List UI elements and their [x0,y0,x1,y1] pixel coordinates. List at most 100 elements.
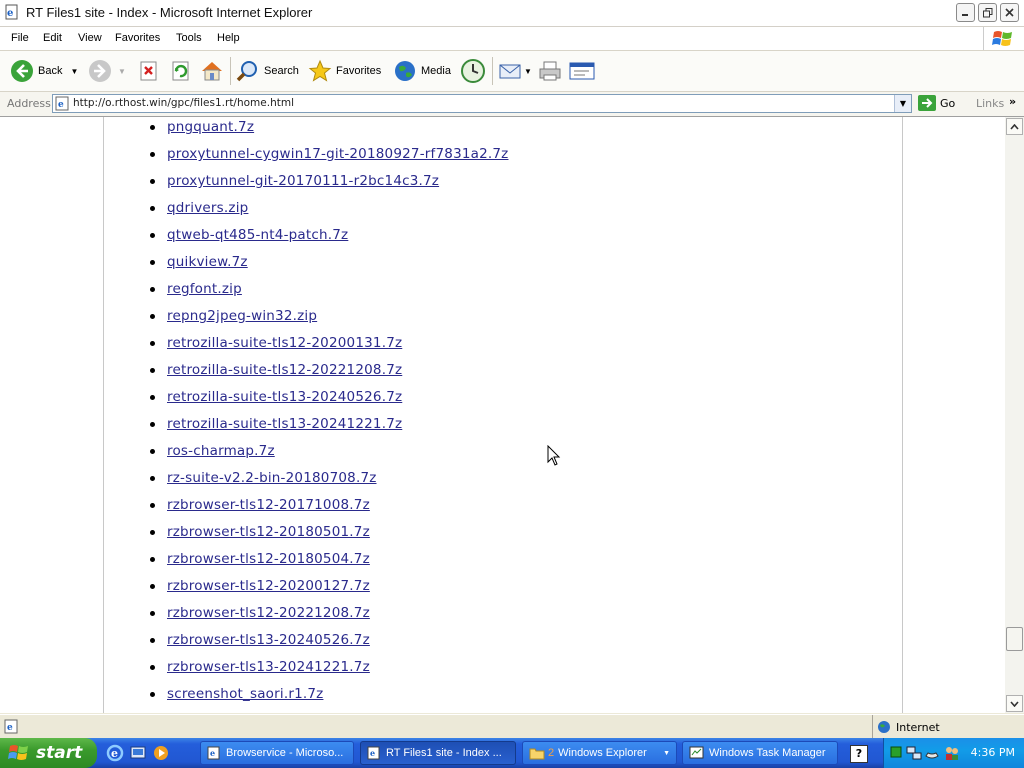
file-link[interactable]: screenshot_saori.r1.7z [167,686,323,702]
svg-text:e: e [210,748,215,758]
file-link[interactable]: rzbrowser-tls12-20180504.7z [167,551,370,567]
page-icon: e [55,96,69,111]
scroll-down-button[interactable] [1006,695,1023,712]
file-link[interactable]: regfont.zip [167,281,242,297]
ie-task-icon: e [367,746,380,760]
file-link[interactable]: rz-suite-v2.2-bin-20180708.7z [167,470,377,486]
desktop-launch-icon[interactable] [129,744,147,762]
menu-favorites[interactable]: Favorites [115,32,160,44]
start-label: start [36,743,83,763]
task-task-manager[interactable]: Windows Task Manager [682,741,838,765]
file-link[interactable]: rzbrowser-tls12-20171008.7z [167,497,370,513]
file-link[interactable]: retrozilla-suite-tls12-20221208.7z [167,362,402,378]
forward-button[interactable]: ▼ [88,57,126,85]
bullet-icon [150,341,155,346]
task-windows-explorer[interactable]: 2 Windows Explorer ▼ [522,741,677,765]
file-link[interactable]: proxytunnel-git-20170111-r2bc14c3.7z [167,173,439,189]
favorites-label: Favorites [336,65,382,77]
bullet-icon [150,530,155,535]
address-bar: Address e http://o.rthost.win/gpc/files1… [0,92,1024,117]
links-button[interactable]: Links [976,97,1004,110]
address-dropdown-icon[interactable]: ▼ [894,95,911,112]
file-link[interactable]: qtweb-qt485-nt4-patch.7z [167,227,348,243]
vertical-scrollbar[interactable] [1005,117,1024,713]
search-label: Search [264,65,299,77]
file-link[interactable]: rzbrowser-tls12-20221208.7z [167,605,370,621]
task-rt-files1[interactable]: e RT Files1 site - Index ... [360,741,516,765]
bullet-icon [150,395,155,400]
address-input[interactable]: e http://o.rthost.win/gpc/files1.rt/home… [52,94,912,113]
ie-page-icon: e [5,4,18,20]
forward-dropdown-icon[interactable]: ▼ [118,67,126,76]
file-link[interactable]: rzbrowser-tls13-20241221.7z [167,659,370,675]
bullet-icon [150,638,155,643]
media-button[interactable]: Media [393,57,451,85]
menu-tools[interactable]: Tools [176,32,202,44]
refresh-icon [172,61,189,81]
menu-edit[interactable]: Edit [43,32,62,44]
favorites-button[interactable]: Favorites [308,57,381,85]
file-link[interactable]: retrozilla-suite-tls13-20240526.7z [167,389,402,405]
history-button[interactable] [460,57,486,85]
start-button[interactable]: start [0,738,97,768]
chevron-up-icon [1010,123,1019,130]
task-browservice[interactable]: e Browservice - Microso... [200,741,354,765]
network-icon[interactable] [906,745,922,761]
home-icon [202,62,222,81]
phone-connection-icon[interactable] [924,745,940,761]
go-button[interactable]: Go [918,95,955,111]
minimize-button[interactable] [956,3,975,22]
file-link[interactable]: retrozilla-suite-tls13-20241221.7z [167,416,402,432]
bullet-icon [150,692,155,697]
task-label: Browservice - Microso... [226,747,344,759]
go-arrow-icon [918,95,936,111]
forward-arrow-icon [89,60,111,82]
taskbar: start e e Browservice - Microso... e RT … [0,738,1024,768]
bullet-icon [150,314,155,319]
svg-text:e: e [111,747,118,760]
file-link[interactable]: repng2jpeg-win32.zip [167,308,317,324]
scroll-up-button[interactable] [1006,118,1023,135]
task-label: Windows Explorer [558,747,647,759]
media-player-launch-icon[interactable] [152,744,170,762]
mail-dropdown-icon[interactable]: ▼ [524,67,532,76]
file-link[interactable]: rzbrowser-tls13-20240526.7z [167,632,370,648]
menu-help[interactable]: Help [217,32,240,44]
file-link[interactable]: pngquant.7z [167,119,254,135]
help-icon[interactable]: ? [850,745,868,763]
stop-button[interactable] [138,57,160,85]
internet-globe-icon [878,721,890,733]
file-link[interactable]: rzbrowser-tls12-20180501.7z [167,524,370,540]
printer-icon [539,61,561,81]
back-dropdown-icon[interactable]: ▼ [70,67,78,76]
users-icon[interactable] [944,745,960,761]
edit-button[interactable] [569,57,595,85]
toolbar-separator [230,57,231,85]
close-button[interactable] [1000,3,1019,22]
print-button[interactable] [538,57,562,85]
file-link[interactable]: ros-charmap.7z [167,443,275,459]
menu-file[interactable]: File [11,32,29,44]
task-label: RT Files1 site - Index ... [386,747,502,759]
refresh-button[interactable] [170,57,192,85]
home-button[interactable] [200,57,224,85]
menu-view[interactable]: View [78,32,102,44]
file-link[interactable]: retrozilla-suite-tls12-20200131.7z [167,335,402,351]
tray-status-icon[interactable] [890,746,902,758]
search-button[interactable]: Search [236,57,299,85]
restore-button[interactable] [978,3,997,22]
file-link[interactable]: proxytunnel-cygwin17-git-20180927-rf7831… [167,146,508,162]
links-chevron-icon[interactable]: » [1009,95,1016,108]
status-page-icon: e [4,719,18,734]
back-button[interactable]: Back ▼ [10,57,78,85]
file-link[interactable]: quikview.7z [167,254,248,270]
window-title: RT Files1 site - Index - Microsoft Inter… [26,5,313,20]
file-link[interactable]: rzbrowser-tls12-20200127.7z [167,578,370,594]
scrollbar-thumb[interactable] [1006,627,1023,651]
close-icon [1005,8,1014,17]
mouse-cursor-icon [547,445,561,466]
mail-button[interactable]: ▼ [498,57,532,85]
task-group-chevron-icon: ▼ [663,749,670,757]
file-link[interactable]: qdrivers.zip [167,200,248,216]
ie-launch-icon[interactable]: e [106,744,124,762]
